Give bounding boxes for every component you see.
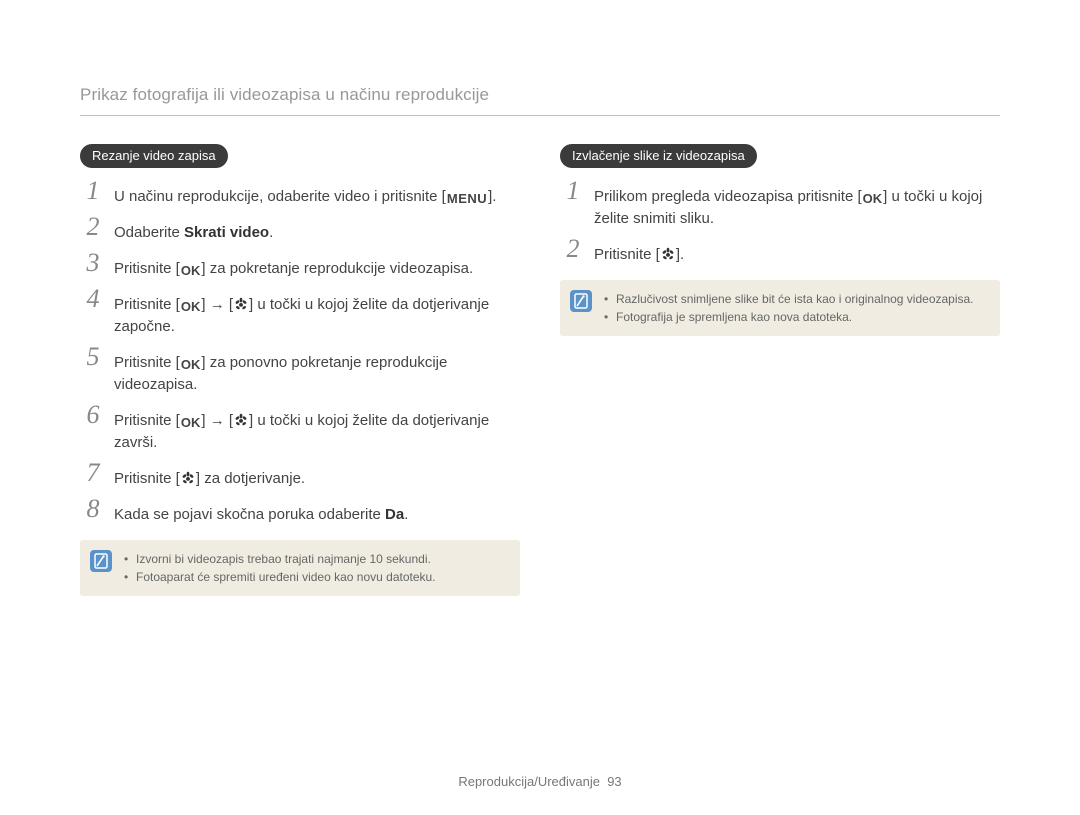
footer-section: Reprodukcija/Uređivanje <box>458 774 600 789</box>
macro-icon <box>660 246 676 262</box>
menu-icon: MENU <box>446 191 488 207</box>
ok-icon: OK <box>862 191 884 207</box>
step-item: U načinu reprodukcije, odaberite video i… <box>80 186 520 208</box>
note-icon <box>90 550 112 572</box>
note-list: Razlučivost snimljene slike bit će ista … <box>604 290 974 326</box>
ok-icon: OK <box>180 357 202 373</box>
ok-icon: OK <box>180 415 202 431</box>
step-text: ] → [ <box>201 296 233 313</box>
note-item: Fotoaparat će spremiti uređeni video kao… <box>124 568 436 586</box>
section-pill-extract: Izvlačenje slike iz videozapisa <box>560 144 757 168</box>
step-text: Prilikom pregleda videozapisa pritisnite… <box>594 188 862 205</box>
step-item: Odaberite Skrati video. <box>80 222 520 244</box>
section-pill-trim: Rezanje video zapisa <box>80 144 228 168</box>
macro-icon <box>233 412 249 428</box>
step-item: Pritisnite []. <box>560 244 1000 266</box>
note-list: Izvorni bi videozapis trebao trajati naj… <box>124 550 436 586</box>
step-text: . <box>269 224 273 241</box>
note-item: Izvorni bi videozapis trebao trajati naj… <box>124 550 436 568</box>
step-item: Pritisnite [ ] za dotjerivanje. <box>80 468 520 490</box>
step-bold: Skrati video <box>184 224 269 241</box>
footer-page-number: 93 <box>607 774 621 789</box>
step-text: ] za dotjerivanje. <box>196 470 305 487</box>
ok-icon: OK <box>180 263 202 279</box>
step-item: Prilikom pregleda videozapisa pritisnite… <box>560 186 1000 230</box>
step-item: Kada se pojavi skočna poruka odaberite D… <box>80 504 520 526</box>
step-text: ] za pokretanje reprodukcije videozapisa… <box>201 260 473 277</box>
steps-list-right: Prilikom pregleda videozapisa pritisnite… <box>560 186 1000 266</box>
note-icon <box>570 290 592 312</box>
step-text: ] → [ <box>201 412 233 429</box>
step-text: Pritisnite [ <box>114 470 180 487</box>
note-box-right: Razlučivost snimljene slike bit će ista … <box>560 280 1000 336</box>
step-text: Pritisnite [ <box>114 296 180 313</box>
step-text: . <box>404 506 408 523</box>
step-text: ]. <box>676 246 684 263</box>
left-column: Rezanje video zapisa U načinu reprodukci… <box>80 144 520 596</box>
page-footer: Reprodukcija/Uređivanje 93 <box>0 774 1080 789</box>
step-item: Pritisnite [OK] → [] u točki u kojoj žel… <box>80 294 520 338</box>
note-item: Fotografija je spremljena kao nova datot… <box>604 308 974 326</box>
step-text: Pritisnite [ <box>114 260 180 277</box>
step-text: Pritisnite [ <box>114 412 180 429</box>
step-item: Pritisnite [OK] za ponovno pokretanje re… <box>80 352 520 396</box>
step-text: Odaberite <box>114 224 184 241</box>
manual-page: Prikaz fotografija ili videozapisa u nač… <box>0 0 1080 815</box>
content-columns: Rezanje video zapisa U načinu reprodukci… <box>80 144 1000 596</box>
step-item: Pritisnite [OK] → [] u točki u kojoj žel… <box>80 410 520 454</box>
note-item: Razlučivost snimljene slike bit će ista … <box>604 290 974 308</box>
step-text: Kada se pojavi skočna poruka odaberite <box>114 506 385 523</box>
macro-icon <box>233 296 249 312</box>
macro-icon <box>180 470 196 486</box>
right-column: Izvlačenje slike iz videozapisa Prilikom… <box>560 144 1000 596</box>
ok-icon: OK <box>180 299 202 315</box>
steps-list-left: U načinu reprodukcije, odaberite video i… <box>80 186 520 526</box>
step-item: Pritisnite [OK] za pokretanje reprodukci… <box>80 258 520 280</box>
step-text: Pritisnite [ <box>594 246 660 263</box>
page-header: Prikaz fotografija ili videozapisa u nač… <box>80 85 1000 116</box>
step-text: Pritisnite [ <box>114 354 180 371</box>
step-text: ]. <box>488 188 496 205</box>
note-box-left: Izvorni bi videozapis trebao trajati naj… <box>80 540 520 596</box>
step-bold: Da <box>385 506 404 523</box>
step-text: U načinu reprodukcije, odaberite video i… <box>114 188 446 205</box>
